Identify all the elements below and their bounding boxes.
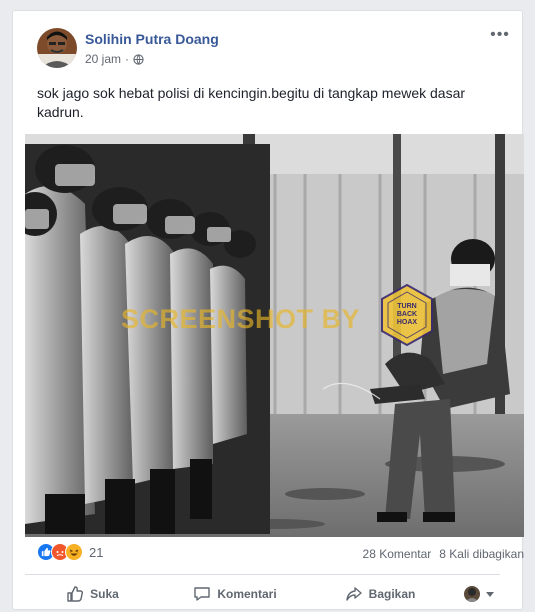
- watermark-text: SCREENSHOT BY: [121, 304, 361, 334]
- post-card: Solihin Putra Doang 20 jam · ••• sok jag…: [12, 10, 524, 610]
- comment-label: Komentari: [217, 587, 277, 601]
- like-label: Suka: [90, 587, 119, 601]
- post-photo[interactable]: SCREENSHOT BY TURN BACK HOAX: [25, 134, 524, 537]
- share-count[interactable]: 8 Kali dibagikan: [439, 547, 524, 561]
- reactions-summary[interactable]: 21: [37, 543, 103, 561]
- meta-separator: ·: [125, 52, 130, 66]
- comment-button[interactable]: Komentari: [160, 578, 310, 610]
- viewer-avatar: [464, 586, 480, 602]
- chevron-down-icon: [486, 591, 494, 597]
- globe-icon[interactable]: [133, 53, 144, 65]
- post-actions: Suka Komentari Bagikan: [25, 578, 524, 610]
- logo-line-2: BACK: [396, 311, 418, 318]
- reaction-count[interactable]: 21: [89, 545, 103, 560]
- share-button[interactable]: Bagikan: [310, 578, 450, 610]
- post-meta: 20 jam ·: [85, 52, 144, 66]
- share-icon: [345, 585, 363, 603]
- logo-line-3: HOAX: [396, 319, 418, 326]
- share-label: Bagikan: [368, 587, 416, 601]
- post-text: sok jago sok hebat polisi di kencingin.b…: [37, 85, 466, 120]
- engagement-counts: 28 Komentar 8 Kali dibagikan: [363, 547, 524, 561]
- post-header: Solihin Putra Doang 20 jam · •••: [13, 11, 522, 71]
- haha-icon: [65, 543, 83, 561]
- comment-icon: [193, 585, 211, 603]
- viewer-identity-switcher[interactable]: [464, 586, 494, 602]
- post-time[interactable]: 20 jam: [85, 52, 121, 66]
- author-avatar[interactable]: [37, 28, 77, 68]
- logo-line-1: TURN: [397, 303, 417, 310]
- comment-count[interactable]: 28 Komentar: [363, 547, 432, 561]
- more-options-icon[interactable]: •••: [488, 25, 512, 45]
- like-button[interactable]: Suka: [25, 578, 160, 610]
- actions-divider: [25, 574, 500, 575]
- post-stats: 21 28 Komentar 8 Kali dibagikan: [37, 542, 524, 566]
- photo-scene: [25, 134, 524, 537]
- thumbs-up-icon: [66, 585, 84, 603]
- turnbackhoax-logo: TURN BACK HOAX: [380, 284, 434, 346]
- author-name[interactable]: Solihin Putra Doang: [85, 31, 219, 47]
